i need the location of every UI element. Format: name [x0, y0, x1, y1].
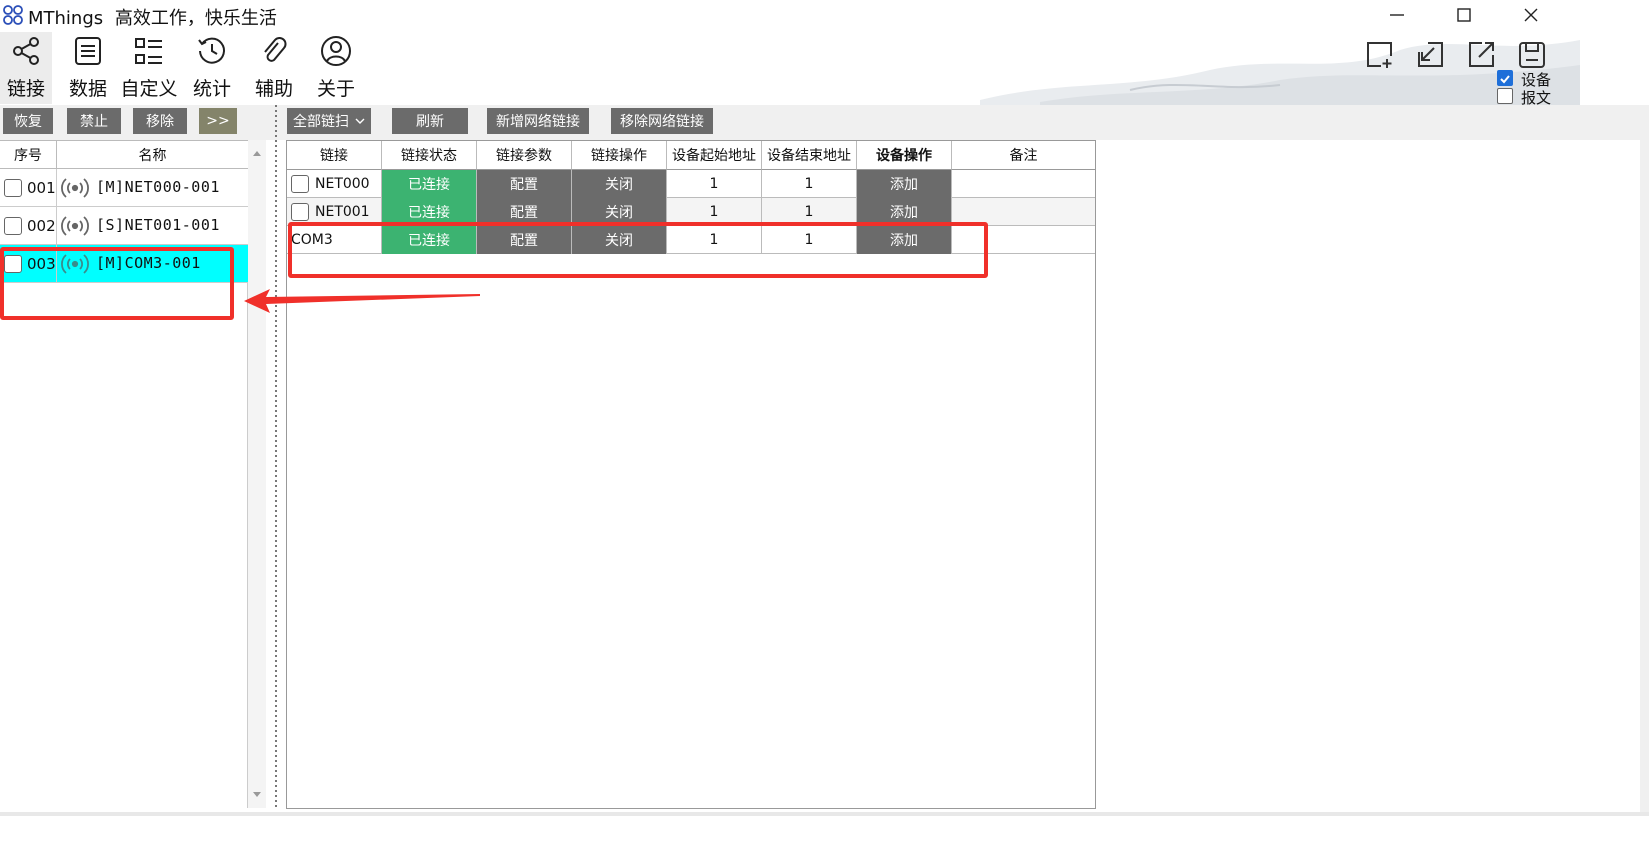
panel-splitter[interactable] — [270, 105, 282, 810]
document-list-icon — [69, 32, 107, 70]
row-name: [M]NET000-001 — [96, 178, 220, 196]
toolbar-assist-label: 辅助 — [254, 78, 293, 100]
window-title: MThings 高效工作，快乐生活 — [28, 4, 277, 30]
window-edge — [1640, 105, 1649, 815]
toolbar-stats[interactable]: 统计 — [186, 32, 238, 104]
table-row: NET000 已连接 配置 关闭 1 1 添加 — [287, 170, 1095, 198]
toolbar-custom[interactable]: 自定义 — [120, 32, 178, 104]
main-toolbar: 链接 数据 自定义 统计 辅助 关于 设备 报文 — [0, 30, 1649, 107]
link-cell: NET000 — [287, 170, 382, 198]
scroll-up-icon[interactable] — [248, 146, 266, 160]
action-bar — [0, 105, 1649, 140]
export-button[interactable] — [1465, 38, 1499, 72]
link-list-scrollbar[interactable] — [248, 140, 266, 808]
status-badge: 已连接 — [382, 170, 477, 198]
link-list-header: 序号 名称 — [0, 140, 248, 169]
add-window-button[interactable] — [1363, 38, 1397, 72]
end-address-cell[interactable]: 1 — [762, 170, 857, 198]
toolbar-data-label: 数据 — [68, 78, 107, 100]
annotation-arrow — [244, 289, 480, 313]
toolbar-link[interactable]: 链接 — [0, 32, 52, 104]
link-name: NET001 — [315, 204, 370, 220]
restore-button[interactable]: 恢复 — [3, 108, 53, 134]
column-header-device-operation[interactable]: 设备操作 — [857, 141, 952, 170]
column-header-operation[interactable]: 链接操作 — [572, 141, 667, 170]
minimize-button[interactable] — [1367, 0, 1427, 30]
app-window: MThings 高效工作，快乐生活 链接 数据 自定义 统计 辅助 关于 设备 … — [0, 0, 1649, 860]
link-name: NET000 — [315, 176, 370, 192]
column-header-start-address[interactable]: 设备起始地址 — [667, 141, 762, 170]
row-checkbox[interactable] — [4, 217, 22, 235]
row-checkbox[interactable] — [4, 179, 22, 197]
column-header-name[interactable]: 名称 — [57, 141, 248, 169]
save-icon — [1519, 42, 1545, 68]
row-checkbox[interactable] — [291, 203, 309, 221]
remove-button[interactable]: 移除 — [133, 108, 187, 134]
close-button[interactable] — [1501, 0, 1561, 30]
note-cell[interactable] — [952, 170, 1095, 198]
start-address-cell[interactable]: 1 — [667, 170, 762, 198]
link-list-panel: 序号 名称 001 [M]NET000-001 002 [S]NET001-00… — [0, 140, 248, 808]
annotation-box-left — [0, 247, 234, 320]
row-name: [S]NET001-001 — [96, 216, 220, 234]
row-checkbox[interactable] — [291, 175, 309, 193]
refresh-button[interactable]: 刷新 — [392, 108, 468, 134]
row-divider — [56, 169, 57, 207]
close-icon — [1524, 8, 1538, 22]
scroll-down-icon[interactable] — [248, 788, 266, 802]
mthings-logo-icon — [3, 5, 23, 25]
message-checkbox[interactable] — [1497, 88, 1513, 104]
column-header-params[interactable]: 链接参数 — [477, 141, 572, 170]
maximize-button[interactable] — [1434, 0, 1494, 30]
list-item[interactable]: 001 [M]NET000-001 — [0, 169, 248, 207]
column-header-note[interactable]: 备注 — [952, 141, 1095, 170]
import-icon — [1418, 42, 1443, 67]
paperclip-icon — [255, 32, 293, 70]
maximize-icon — [1457, 8, 1471, 22]
row-index: 001 — [27, 179, 56, 197]
toolbar-stats-label: 统计 — [192, 78, 231, 100]
toolbar-about-label: 关于 — [316, 78, 355, 100]
toolbar-link-label: 链接 — [6, 78, 45, 100]
column-header-index[interactable]: 序号 — [0, 141, 57, 169]
column-header-end-address[interactable]: 设备结束地址 — [762, 141, 857, 170]
remove-network-link-button[interactable]: 移除网络链接 — [611, 108, 713, 134]
signal-icon — [61, 216, 89, 236]
export-icon — [1469, 42, 1494, 67]
save-button[interactable] — [1515, 38, 1549, 72]
add-network-link-button[interactable]: 新增网络链接 — [487, 108, 589, 134]
toolbar-about[interactable]: 关于 — [310, 32, 362, 104]
column-header-status[interactable]: 链接状态 — [382, 141, 477, 170]
checkmark-icon — [1500, 75, 1510, 84]
column-header-link[interactable]: 链接 — [287, 141, 382, 170]
row-divider — [56, 207, 57, 245]
disable-button[interactable]: 禁止 — [67, 108, 121, 134]
minimize-icon — [1390, 14, 1404, 16]
chevron-down-icon — [355, 118, 365, 124]
share-icon — [7, 32, 45, 70]
link-filter-value: 全部链扫 — [293, 114, 349, 130]
link-filter-dropdown[interactable]: 全部链扫 — [287, 108, 371, 134]
row-index: 002 — [27, 217, 56, 235]
app-name: MThings — [28, 8, 104, 29]
signal-icon — [61, 178, 89, 198]
add-window-icon — [1367, 42, 1392, 68]
title-bar: MThings 高效工作，快乐生活 — [0, 0, 1649, 30]
list-item[interactable]: 002 [S]NET001-001 — [0, 207, 248, 245]
import-button[interactable] — [1414, 38, 1448, 72]
toolbar-custom-label: 自定义 — [120, 78, 178, 100]
user-circle-icon — [317, 32, 355, 70]
toolbar-data[interactable]: 数据 — [62, 32, 114, 104]
status-bar — [0, 812, 1649, 816]
custom-list-icon — [130, 32, 168, 70]
annotation-box-right — [288, 222, 988, 278]
device-checkbox[interactable] — [1497, 70, 1513, 86]
configure-button[interactable]: 配置 — [477, 170, 572, 198]
add-device-button[interactable]: 添加 — [857, 170, 952, 198]
expand-button[interactable]: >> — [199, 108, 237, 134]
history-icon — [193, 32, 231, 70]
toolbar-assist[interactable]: 辅助 — [248, 32, 300, 104]
app-tagline: 高效工作，快乐生活 — [114, 8, 277, 29]
close-link-button[interactable]: 关闭 — [572, 170, 667, 198]
